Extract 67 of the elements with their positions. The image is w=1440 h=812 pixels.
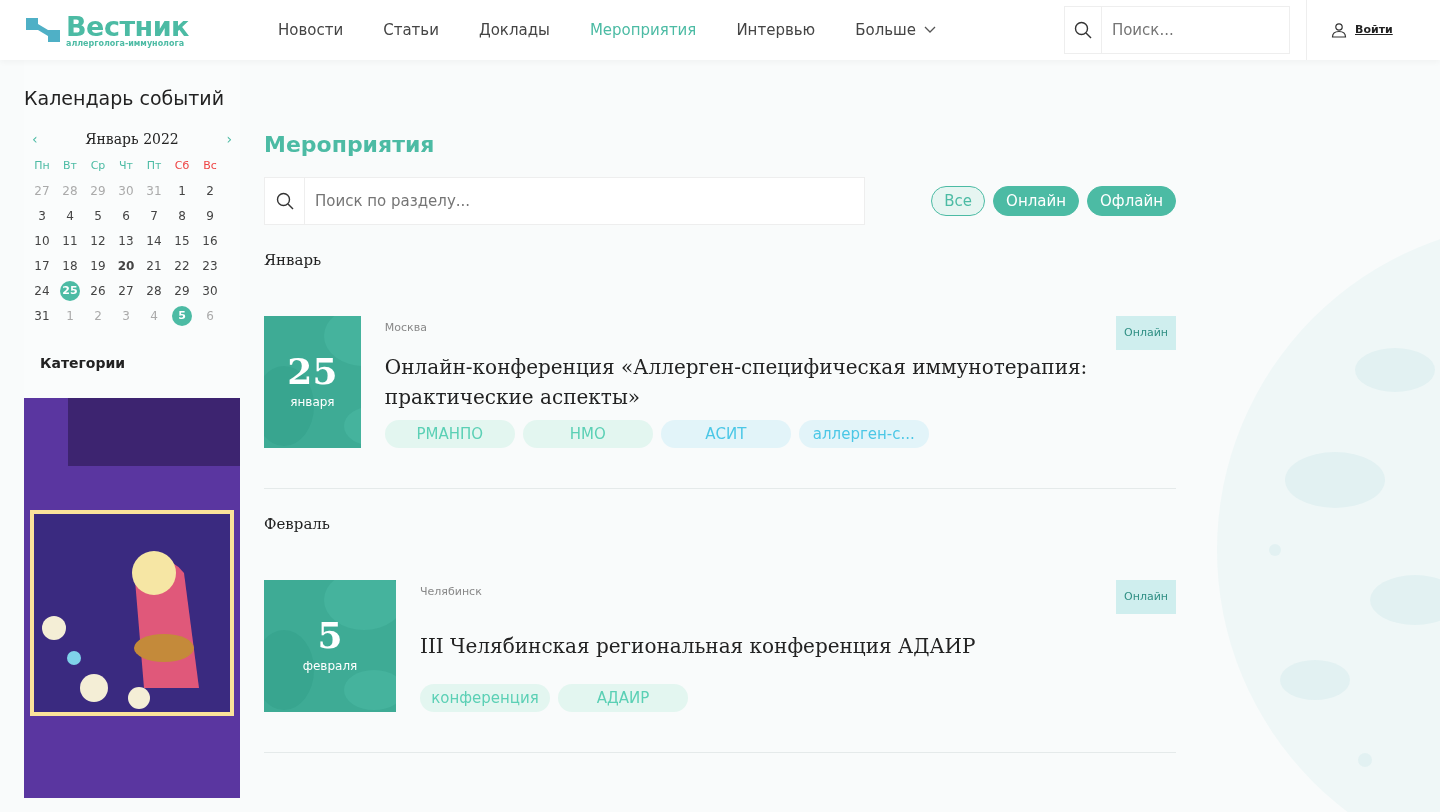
- calendar-day[interactable]: 15: [168, 228, 196, 254]
- nav-link[interactable]: Больше: [835, 18, 957, 42]
- calendar-day[interactable]: 10: [28, 228, 56, 254]
- event-format-badge: Онлайн: [1116, 315, 1176, 350]
- nav-link[interactable]: Новости: [258, 18, 364, 42]
- calendar-day[interactable]: 18: [56, 253, 84, 279]
- event-month: февраля: [302, 657, 358, 675]
- weekday-label: Чт: [118, 157, 134, 174]
- calendar-day[interactable]: 27: [112, 278, 140, 304]
- weekday-label: Вт: [62, 157, 78, 174]
- categories-heading: Категории: [40, 353, 127, 373]
- calendar-day[interactable]: 5: [84, 203, 112, 229]
- search-field[interactable]: Поиск...: [1101, 6, 1290, 54]
- logo-subtitle: аллерголога-иммунолога: [66, 39, 186, 48]
- event-city: Москва: [384, 319, 428, 336]
- calendar-day[interactable]: 29: [168, 278, 196, 304]
- calendar-day[interactable]: 26: [84, 278, 112, 304]
- calendar-day[interactable]: 28: [140, 278, 168, 304]
- search-icon[interactable]: [275, 192, 294, 210]
- event-format-badge: Онлайн: [1116, 579, 1176, 614]
- calendar-day[interactable]: 7: [140, 203, 168, 229]
- calendar-day[interactable]: 22: [168, 253, 196, 279]
- section-search-field[interactable]: Поиск по разделу...: [305, 177, 865, 225]
- calendar-day[interactable]: 6: [112, 203, 140, 229]
- calendar-day[interactable]: 2: [196, 178, 224, 204]
- weekday-label: Сб: [173, 157, 191, 174]
- calendar-day[interactable]: 24: [28, 278, 56, 304]
- calendar-day[interactable]: 31: [28, 303, 56, 329]
- calendar-day[interactable]: 1: [168, 178, 196, 204]
- event-day: 25: [287, 352, 338, 389]
- event-title[interactable]: III Челябинская региональная конференция АДАИР: [420, 616, 1093, 676]
- calendar-day[interactable]: 12: [84, 228, 112, 254]
- calendar-day[interactable]: 16: [196, 228, 224, 254]
- user-icon[interactable]: [1331, 22, 1347, 38]
- calendar-day[interactable]: 21: [140, 253, 168, 279]
- page-title: Мероприятия: [264, 131, 436, 159]
- calendar-title: Календарь событий: [24, 86, 226, 111]
- search-icon[interactable]: [1073, 21, 1092, 39]
- calendar-day[interactable]: 3: [28, 203, 56, 229]
- calendar-day[interactable]: 13: [112, 228, 140, 254]
- weekday-label: Пт: [145, 157, 163, 174]
- calendar-day[interactable]: 30: [196, 278, 224, 304]
- month-heading: Январь: [264, 250, 323, 271]
- calendar-day[interactable]: 19: [84, 253, 112, 279]
- calendar-day[interactable]: 11: [56, 228, 84, 254]
- event-day: 5: [317, 616, 343, 653]
- weekday-label: Пн: [33, 157, 51, 174]
- calendar-day[interactable]: 4: [56, 203, 84, 229]
- calendar-month: Январь 2022: [85, 129, 179, 149]
- event-title[interactable]: Онлайн-конференция «Аллерген-специфическая иммунотерапия: практические аспекты»: [384, 352, 1093, 412]
- month-heading: Февраль: [264, 514, 331, 535]
- search-button[interactable]: [264, 177, 306, 225]
- nav-link[interactable]: Статьи: [363, 18, 459, 42]
- search-button[interactable]: [1064, 6, 1102, 54]
- nav-link[interactable]: Интервью: [716, 18, 836, 42]
- calendar-day[interactable]: 9: [196, 203, 224, 229]
- event-city: Челябинск: [420, 583, 483, 600]
- calendar-day[interactable]: 20: [112, 253, 140, 279]
- calendar-day[interactable]: 23: [196, 253, 224, 279]
- nav-link[interactable]: Доклады: [458, 18, 570, 42]
- calendar-day[interactable]: 17: [28, 253, 56, 279]
- event-month: января: [290, 393, 335, 411]
- login-link[interactable]: Войти: [1355, 21, 1393, 39]
- weekday-label: Вс: [202, 157, 218, 174]
- calendar-day[interactable]: 8: [168, 203, 196, 229]
- calendar-day[interactable]: 14: [140, 228, 168, 254]
- weekday-label: Ср: [89, 157, 107, 174]
